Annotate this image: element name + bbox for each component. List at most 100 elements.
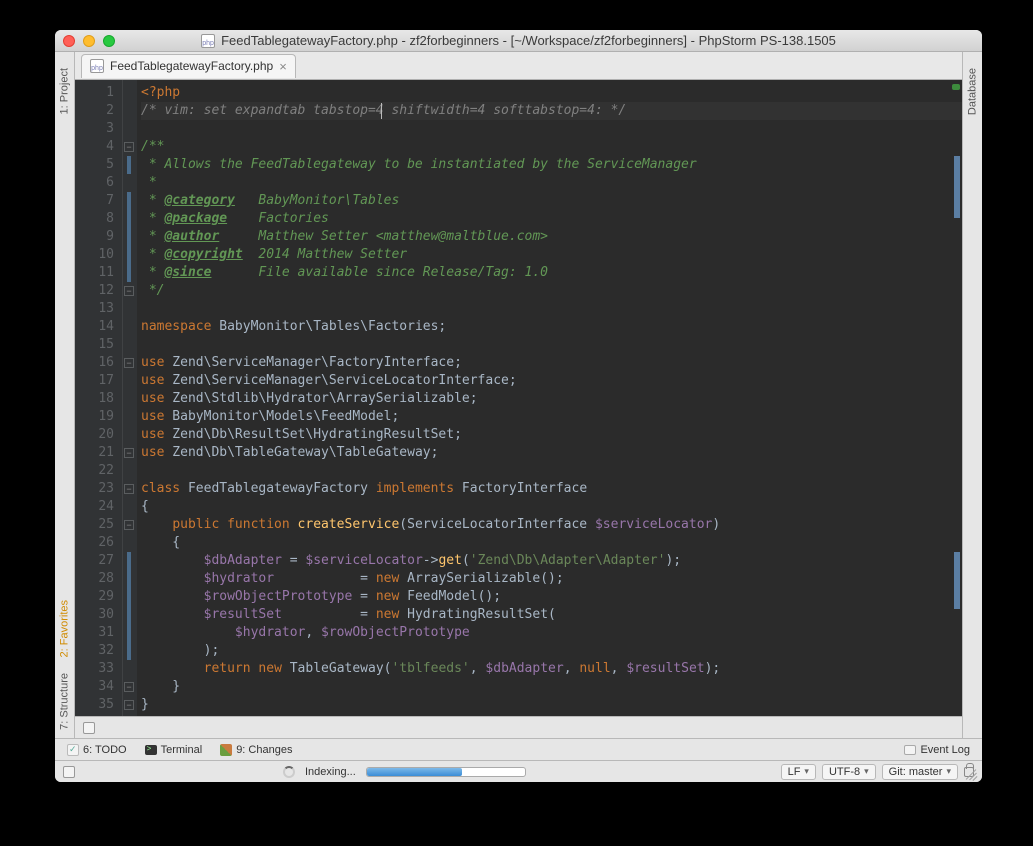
line-number[interactable]: 23 (75, 480, 114, 498)
diff-marker[interactable] (127, 192, 131, 210)
line-number[interactable]: 17 (75, 372, 114, 390)
line-number[interactable]: 20 (75, 426, 114, 444)
fold-toggle-icon[interactable]: − (124, 142, 134, 152)
code-line[interactable]: $resultSet = new HydratingResultSet( (141, 606, 962, 624)
git-branch-selector[interactable]: Git: master ▾ (882, 764, 958, 780)
structure-tool-button[interactable]: 7: Structure (55, 665, 74, 738)
todo-tool-button[interactable]: 6: TODO (67, 744, 127, 756)
line-number[interactable]: 14 (75, 318, 114, 336)
code-content[interactable]: <?php/* vim: set expandtab tabstop=4 shi… (137, 80, 962, 716)
line-number[interactable]: 3 (75, 120, 114, 138)
line-number[interactable]: 26 (75, 534, 114, 552)
code-line[interactable]: use Zend\Db\ResultSet\HydratingResultSet… (141, 426, 962, 444)
minimize-window-button[interactable] (83, 35, 95, 47)
line-number[interactable]: 21 (75, 444, 114, 462)
code-line[interactable]: { (141, 498, 962, 516)
diff-marker[interactable] (127, 588, 131, 606)
code-line[interactable] (141, 120, 962, 138)
resize-grip[interactable] (964, 764, 978, 778)
code-line[interactable]: * @category BabyMonitor\Tables (141, 192, 962, 210)
line-number[interactable]: 13 (75, 300, 114, 318)
code-line[interactable]: use Zend\ServiceManager\FactoryInterface… (141, 354, 962, 372)
code-line[interactable] (141, 336, 962, 354)
tab-close-icon[interactable]: × (279, 59, 287, 74)
line-number[interactable]: 28 (75, 570, 114, 588)
diff-marker[interactable] (127, 210, 131, 228)
inspection-indicator-icon[interactable] (952, 84, 960, 90)
status-tool-windows-icon[interactable] (63, 766, 75, 778)
fold-toggle-icon[interactable]: − (124, 448, 134, 458)
fold-toggle-icon[interactable]: − (124, 286, 134, 296)
fold-toggle-icon[interactable]: − (124, 682, 134, 692)
code-line[interactable]: $dbAdapter = $serviceLocator->get('Zend\… (141, 552, 962, 570)
code-line[interactable]: /* vim: set expandtab tabstop=4 shiftwid… (141, 102, 962, 120)
line-number[interactable]: 33 (75, 660, 114, 678)
maximize-window-button[interactable] (103, 35, 115, 47)
code-line[interactable]: use Zend\ServiceManager\ServiceLocatorIn… (141, 372, 962, 390)
project-tool-button[interactable]: 1: Project (55, 60, 74, 122)
line-number[interactable]: 35 (75, 696, 114, 714)
diff-marker[interactable] (127, 606, 131, 624)
code-line[interactable]: * Allows the FeedTablegateway to be inst… (141, 156, 962, 174)
fold-toggle-icon[interactable]: − (124, 358, 134, 368)
code-line[interactable]: $hydrator, $rowObjectPrototype (141, 624, 962, 642)
line-number[interactable]: 10 (75, 246, 114, 264)
fold-toggle-icon[interactable]: − (124, 484, 134, 494)
line-number[interactable]: 24 (75, 498, 114, 516)
diff-marker[interactable] (127, 156, 131, 174)
code-line[interactable]: use Zend\Db\TableGateway\TableGateway; (141, 444, 962, 462)
code-line[interactable]: * (141, 174, 962, 192)
line-number[interactable]: 31 (75, 624, 114, 642)
code-line[interactable] (141, 300, 962, 318)
code-line[interactable]: * @author Matthew Setter <matthew@maltbl… (141, 228, 962, 246)
code-line[interactable]: * @package Factories (141, 210, 962, 228)
diff-marker[interactable] (127, 246, 131, 264)
indexing-progress[interactable] (366, 767, 526, 777)
line-number[interactable]: 7 (75, 192, 114, 210)
code-line[interactable]: use BabyMonitor\Models\FeedModel; (141, 408, 962, 426)
scrollbar-diff-marker[interactable] (954, 552, 960, 609)
scrollbar-diff-marker[interactable] (954, 156, 960, 218)
code-line[interactable]: } (141, 696, 962, 714)
line-number[interactable]: 12 (75, 282, 114, 300)
line-number[interactable]: 11 (75, 264, 114, 282)
line-number[interactable]: 18 (75, 390, 114, 408)
code-line[interactable]: return new TableGateway('tblfeeds', $dbA… (141, 660, 962, 678)
code-line[interactable]: * @since File available since Release/Ta… (141, 264, 962, 282)
line-number[interactable]: 9 (75, 228, 114, 246)
diff-marker[interactable] (127, 264, 131, 282)
encoding-selector[interactable]: UTF-8 ▾ (822, 764, 876, 780)
line-number[interactable]: 1 (75, 84, 114, 102)
code-line[interactable]: /** (141, 138, 962, 156)
diff-marker[interactable] (127, 570, 131, 588)
event-log-button[interactable]: Event Log (904, 744, 970, 756)
breadcrumb-icon[interactable] (83, 722, 95, 734)
fold-toggle-icon[interactable]: − (124, 700, 134, 710)
editor-tab[interactable]: FeedTablegatewayFactory.php × (81, 54, 296, 78)
terminal-tool-button[interactable]: Terminal (145, 744, 203, 756)
line-number[interactable]: 8 (75, 210, 114, 228)
titlebar[interactable]: FeedTablegatewayFactory.php - zf2forbegi… (55, 30, 982, 52)
code-line[interactable]: public function createService(ServiceLoc… (141, 516, 962, 534)
code-line[interactable]: <?php (141, 84, 962, 102)
close-window-button[interactable] (63, 35, 75, 47)
line-number[interactable]: 19 (75, 408, 114, 426)
line-number[interactable]: 34 (75, 678, 114, 696)
database-tool-button[interactable]: Database (963, 60, 982, 123)
line-number[interactable]: 27 (75, 552, 114, 570)
code-line[interactable] (141, 462, 962, 480)
fold-toggle-icon[interactable]: − (124, 520, 134, 530)
line-number[interactable]: 6 (75, 174, 114, 192)
line-number[interactable]: 32 (75, 642, 114, 660)
code-line[interactable]: ); (141, 642, 962, 660)
line-number[interactable]: 22 (75, 462, 114, 480)
line-number[interactable]: 5 (75, 156, 114, 174)
changes-tool-button[interactable]: 9: Changes (220, 744, 292, 756)
line-number[interactable]: 2 (75, 102, 114, 120)
line-number[interactable]: 30 (75, 606, 114, 624)
code-line[interactable]: use Zend\Stdlib\Hydrator\ArraySerializab… (141, 390, 962, 408)
code-line[interactable]: } (141, 678, 962, 696)
code-line[interactable]: $rowObjectPrototype = new FeedModel(); (141, 588, 962, 606)
code-line[interactable]: $hydrator = new ArraySerializable(); (141, 570, 962, 588)
line-number[interactable]: 29 (75, 588, 114, 606)
